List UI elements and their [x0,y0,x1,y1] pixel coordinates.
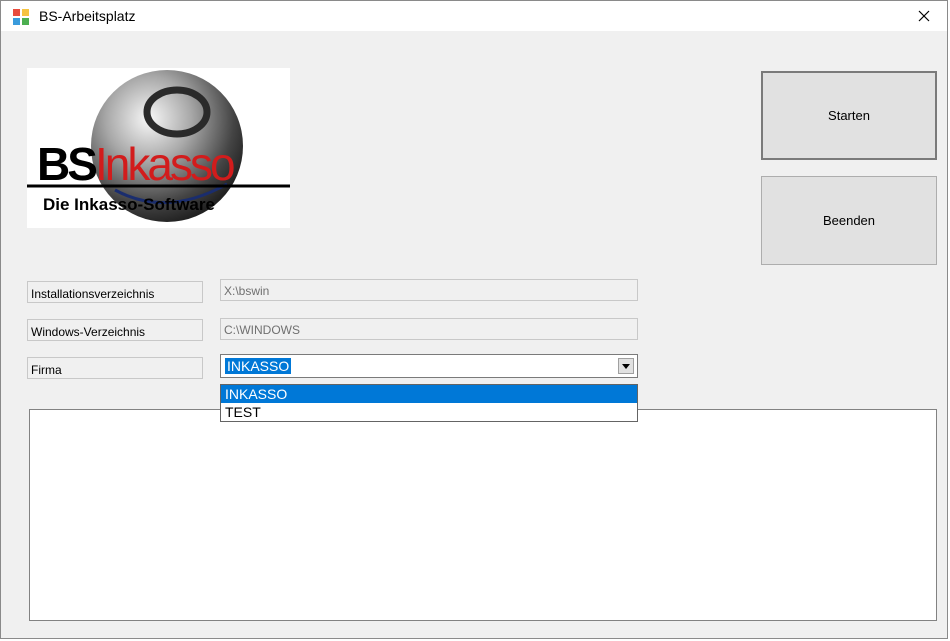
logo-bs-text: BS [37,138,96,190]
close-icon [918,10,930,22]
title-bar: BS-Arbeitsplatz [1,1,947,31]
dropdown-toggle[interactable] [618,358,634,374]
window-title: BS-Arbeitsplatz [39,8,136,24]
install-dir-label: Installationsverzeichnis [27,281,203,303]
logo-graphic: BS Inkasso Die Inkasso-Software [27,70,290,222]
start-button[interactable]: Starten [761,71,937,160]
app-window: BS-Arbeitsplatz BS Inkasso Die Inkasso-S… [0,0,948,639]
install-dir-field[interactable]: X:\bswin [220,279,638,301]
company-select[interactable]: INKASSO [220,354,638,378]
chevron-down-icon [622,363,630,369]
dropdown-option-test[interactable]: TEST [221,403,637,421]
company-select-value: INKASSO [225,358,292,374]
logo-inkasso-text: Inkasso [95,138,234,190]
log-output-area[interactable] [29,409,937,621]
dropdown-option-inkasso[interactable]: INKASSO [221,385,637,403]
company-label: Firma [27,357,203,379]
client-area: BS Inkasso Die Inkasso-Software Starten … [1,31,947,638]
close-button[interactable] [901,1,947,31]
windows-dir-label: Windows-Verzeichnis [27,319,203,341]
app-icon [13,9,29,25]
quit-button[interactable]: Beenden [761,176,937,265]
bs-inkasso-logo: BS Inkasso Die Inkasso-Software [27,68,290,228]
logo-tagline: Die Inkasso-Software [43,195,215,214]
company-dropdown-list: INKASSO TEST [220,384,638,422]
windows-dir-field[interactable]: C:\WINDOWS [220,318,638,340]
